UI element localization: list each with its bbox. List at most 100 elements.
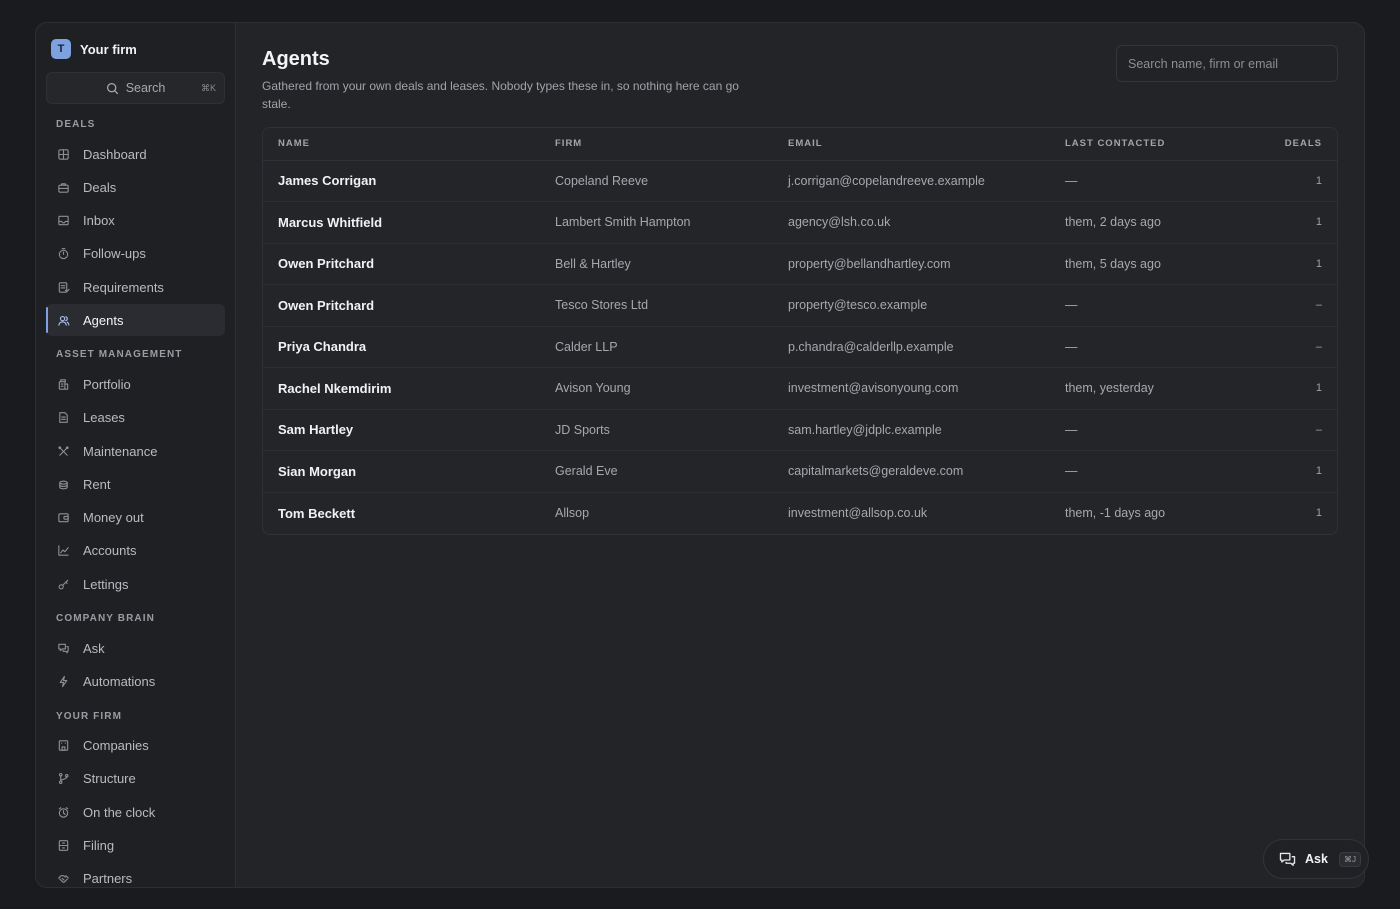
sidebar-item-label: Agents [83,312,124,328]
sidebar-item-label: Partners [83,871,133,887]
sidebar-item-label: Companies [83,738,149,754]
agent-firm: Bell & Hartley [540,243,773,285]
sidebar-item-follow-ups[interactable]: Follow-ups [46,238,225,270]
agent-name: Priya Chandra [263,326,540,368]
agent-firm: Allsop [555,506,590,520]
agent-name: Tom Beckett [278,505,356,521]
timer-icon [56,247,70,261]
sidebar-item-label: Follow-ups [83,246,146,262]
sidebar-item-on-the-clock[interactable]: On the clock [46,796,225,828]
agent-email: investment@allsop.co.uk [788,506,928,520]
sidebar-item-label: Portfolio [83,376,131,392]
sidebar-item-leases[interactable]: Leases [46,402,225,434]
agent-name: Sian Morgan [263,450,540,493]
column-header-deals[interactable]: DEALS [1210,128,1337,161]
sidebar-item-dashboard[interactable]: Dashboard [46,138,225,170]
table-row[interactable]: Owen Pritchard Bell & Hartley property@bel… [263,243,1337,285]
tools-icon [56,444,70,458]
column-header-firm[interactable]: FIRM [540,128,773,161]
sidebar-item-label: Rent [83,476,111,492]
inbox-icon [56,214,70,228]
sidebar-item-lettings[interactable]: Lettings [46,568,225,600]
sidebar-item-label: Ask [83,640,105,656]
sidebar-item-label: Maintenance [83,443,158,459]
sidebar-item-portfolio[interactable]: Portfolio [46,368,225,400]
cabinet-icon [56,838,70,852]
ask-label: Ask [1305,852,1328,866]
column-header-last-contacted[interactable]: LAST CONTACTED [1050,128,1210,161]
app-window: T Your firm Search ⌘K DEALS Dashboard Deal… [35,22,1365,888]
agent-name: Owen Pritchard [263,243,540,285]
agent-firm: JD Sports [540,409,773,451]
column-header-email[interactable]: EMAIL [773,128,1050,161]
wallet-icon [56,511,70,525]
agent-deals-count: 1 [1210,243,1337,285]
agent-firm: Calder LLP [540,326,773,368]
table-row[interactable]: Marcus Whitfield Lambert Smith Hampton age… [263,201,1337,244]
sidebar-item-agents[interactable]: Agents [46,304,225,337]
firm-switcher[interactable]: T Your firm [51,38,225,60]
sidebar-item-automations[interactable]: Automations [46,666,225,698]
sidebar-item-maintenance[interactable]: Maintenance [46,435,225,467]
agent-email: sam.hartley@jdplc.example [773,409,1050,451]
coins-icon [56,477,70,491]
agent-name: Owen Pritchard [263,284,540,327]
checklist-icon [56,280,70,294]
sidebar-item-money-out[interactable]: Money out [46,502,225,534]
agent-last-contacted: them, 5 days ago [1050,243,1210,285]
sidebar-item-rent[interactable]: Rent [46,468,225,500]
handshake-icon [56,872,70,886]
table-row[interactable]: Owen Pritchard Tesco Stores Ltd property@t… [263,284,1337,327]
sidebar-item-label: Filing [83,837,115,853]
agents-table: NAME FIRM EMAIL LAST CONTACTED DEALS Jam… [262,127,1338,535]
table-row[interactable]: Tom Beckett Allsop investment@allsop.co.uk… [263,492,1337,534]
sidebar-item-label: Lettings [83,576,129,592]
sidebar-item-label: Deals [83,179,117,195]
search-label: Search [125,81,166,95]
agent-deals-count: 1 [1210,450,1337,493]
agent-search-input[interactable] [1116,45,1338,82]
agent-deals-count: – [1210,409,1337,451]
firm-avatar: T [51,39,71,59]
table-row[interactable]: Sian Morgan Gerald Eve capitalmarkets@gera… [263,450,1337,493]
table-row[interactable]: Priya Chandra Calder LLP p.chandra@calderl… [263,326,1337,368]
section-label-deals: DEALS [56,119,96,130]
sidebar-item-structure[interactable]: Structure [46,763,225,795]
agent-name: Rachel Nkemdirim [263,367,540,410]
agent-deals-count: 1 [1210,160,1337,202]
dashboard-icon [56,147,70,161]
table-row[interactable]: Rachel Nkemdirim Avison Young investment@a… [263,367,1337,410]
section-label-your-firm: YOUR FIRM [56,710,123,722]
agent-deals-count: 1 [1210,201,1337,244]
floating-ask-button[interactable]: Ask ⌘J [1263,839,1369,879]
sidebar-item-label: Money out [83,510,144,526]
sidebar-item-deals[interactable]: Deals [46,171,225,203]
agent-name: Sam Hartley [263,409,540,451]
sidebar-search-button[interactable]: Search ⌘K [46,72,225,104]
sidebar-item-inbox[interactable]: Inbox [46,205,225,237]
agent-last-contacted: — [1050,284,1210,327]
briefcase-icon [56,180,70,194]
agent-last-contacted: — [1050,450,1210,493]
sidebar-item-label: Dashboard [83,146,147,162]
agent-deals-count: – [1210,326,1337,368]
agent-email: property@tesco.example [773,284,1050,327]
sidebar-item-requirements[interactable]: Requirements [46,271,225,303]
sidebar-item-filing[interactable]: Filing [46,829,225,861]
chart-icon [56,544,70,558]
sidebar-item-companies[interactable]: Companies [46,730,225,762]
table-row[interactable]: James Corrigan Copeland Reeve j.corrigan@c… [263,160,1337,202]
agent-email: p.chandra@calderllp.example [773,326,1050,368]
agent-firm: Lambert Smith Hampton [540,201,773,244]
column-header-name[interactable]: NAME [263,128,540,161]
sidebar-item-label: Accounts [83,543,137,559]
document-icon [56,411,70,425]
table-row[interactable]: Sam Hartley JD Sports sam.hartley@jdplc.ex… [263,409,1337,451]
sidebar-item-ask[interactable]: Ask [46,632,225,664]
building-icon [56,377,70,391]
agent-firm: Tesco Stores Ltd [540,284,773,327]
search-shortcut: ⌘K [200,82,216,93]
sidebar-item-partners[interactable]: Partners [46,863,225,887]
sidebar-item-accounts[interactable]: Accounts [46,535,225,567]
agent-email: agency@lsh.co.uk [773,201,1050,244]
